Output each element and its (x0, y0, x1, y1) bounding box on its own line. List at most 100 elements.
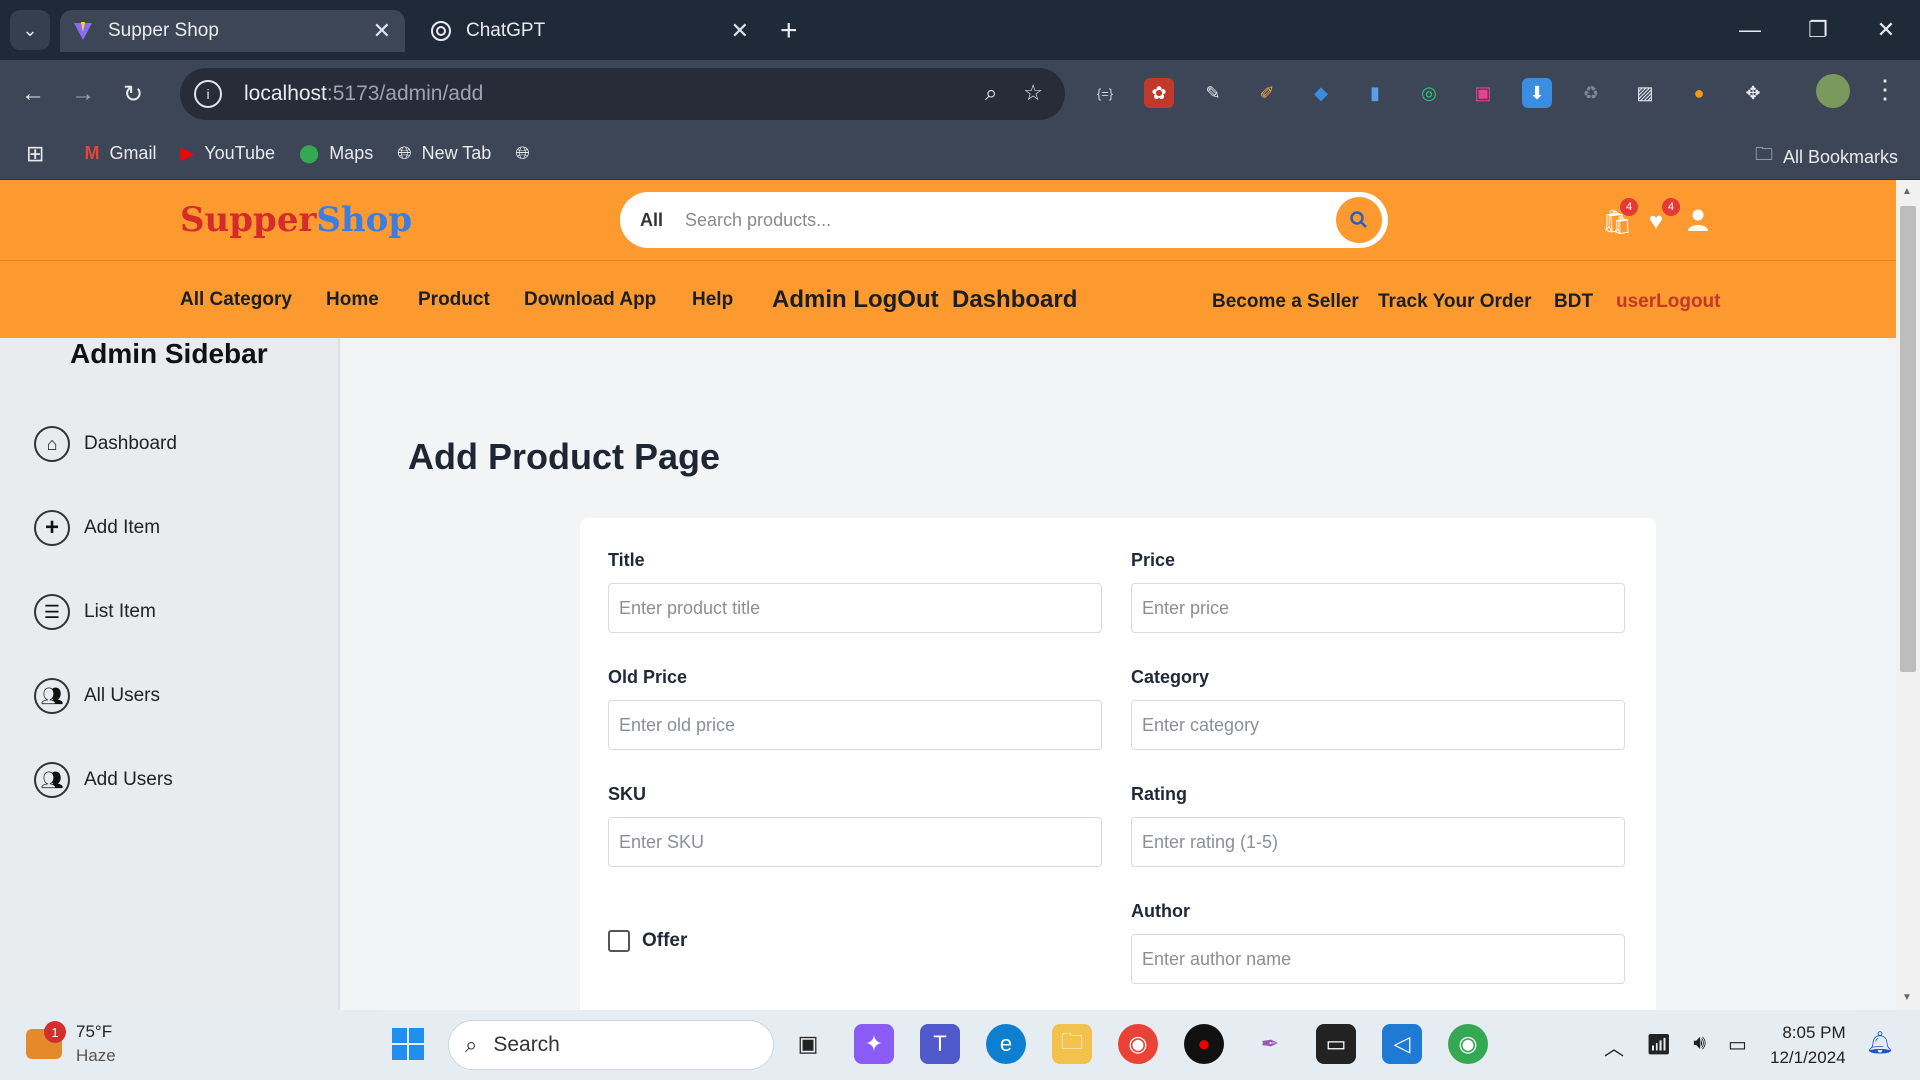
restore-icon[interactable]: ❐ (1784, 0, 1852, 60)
price-input[interactable] (1131, 583, 1625, 633)
author-input[interactable] (1131, 934, 1625, 984)
task-view-icon[interactable]: ▣ (788, 1024, 828, 1064)
ring-extension-icon[interactable]: ◎ (1414, 78, 1444, 108)
cart-icon[interactable]: 🛍︎ 4 (1602, 198, 1638, 239)
windows-start-icon[interactable] (388, 1024, 428, 1064)
clock[interactable]: 8:05 PM 12/1/2024 (1770, 1020, 1846, 1070)
edge-icon[interactable]: e (986, 1024, 1026, 1064)
vscode-icon[interactable]: ◁ (1382, 1024, 1422, 1064)
drop-extension-icon[interactable]: ◆ (1306, 78, 1336, 108)
notification-bell-icon[interactable]: 🔔︎ (1866, 1030, 1894, 1056)
profile-avatar[interactable] (1816, 74, 1850, 108)
reload-icon[interactable]: ↻ (108, 80, 158, 109)
bookmark-globe[interactable]: 🌐︎ (515, 143, 539, 164)
battery-icon[interactable]: ▭ (1728, 1032, 1747, 1061)
taskbar-search[interactable]: ⌕ Search (448, 1020, 774, 1070)
checkbox-icon[interactable] (608, 930, 630, 952)
home-icon: ⌂ (34, 426, 70, 462)
sku-input[interactable] (608, 817, 1102, 867)
weather-widget[interactable]: 1 75°F Haze (26, 1020, 116, 1068)
all-bookmarks-button[interactable]: 🗀 All Bookmarks (1755, 142, 1898, 172)
site-logo[interactable]: SupperShop (180, 200, 412, 240)
menu-currency[interactable]: BDT (1554, 291, 1593, 313)
screen-extension-icon[interactable]: ▣ (1468, 78, 1498, 108)
windows-taskbar: 1 75°F Haze ⌕ Search ▣ ✦ T e 🗀 ◉ ● ✒ ▭ ◁ … (0, 1010, 1920, 1080)
rating-field: Rating (1131, 784, 1625, 867)
sidebar-item-add-users[interactable]: 👥︎ Add Users (34, 762, 173, 798)
site-info-icon[interactable]: i (194, 80, 222, 108)
rating-input[interactable] (1131, 817, 1625, 867)
tab-chatgpt[interactable]: ChatGPT ✕ (418, 10, 763, 52)
category-input[interactable] (1131, 700, 1625, 750)
search-scope-select[interactable]: All (640, 210, 663, 231)
close-window-icon[interactable]: ✕ (1852, 0, 1920, 60)
show-hidden-icons-icon[interactable]: ︿ (1604, 1032, 1624, 1061)
minimize-icon[interactable]: — (1716, 0, 1784, 60)
recorder-icon[interactable]: ● (1184, 1024, 1224, 1064)
main-content: Add Product Page Title Price Old Price C… (380, 366, 1856, 1010)
scroll-down-icon[interactable]: ▼ (1902, 992, 1912, 1003)
wifi-icon[interactable]: 📶︎ (1646, 1032, 1671, 1061)
page-scrollbar[interactable]: ▲ ▼ (1896, 180, 1920, 1010)
teams-icon[interactable]: T (920, 1024, 960, 1064)
eyedropper-extension-icon[interactable]: ✎ (1198, 78, 1228, 108)
feather-app-icon[interactable]: ✒ (1250, 1024, 1290, 1064)
menu-track-order[interactable]: Track Your Order (1378, 291, 1531, 313)
json-extension-icon[interactable]: {=} (1090, 78, 1120, 108)
old-price-input[interactable] (608, 700, 1102, 750)
menu-all-category[interactable]: All Category (180, 289, 292, 311)
file-explorer-icon[interactable]: 🗀 (1052, 1024, 1092, 1064)
more-menu-icon[interactable]: ⋮ (1872, 74, 1898, 105)
scrollbar-thumb[interactable] (1900, 206, 1916, 672)
copilot-icon[interactable]: ✦ (854, 1024, 894, 1064)
chrome-icon[interactable]: ◉ (1118, 1024, 1158, 1064)
address-bar[interactable]: i localhost:5173/admin/add ⌕ ☆ (180, 68, 1065, 120)
volume-icon[interactable]: 🔊︎ (1693, 1032, 1706, 1061)
bookmark-new-tab[interactable]: 🌐︎ New Tab (397, 143, 491, 164)
sidebar-item-all-users[interactable]: 👥︎ All Users (34, 678, 160, 714)
tab-supper-shop[interactable]: Supper Shop ✕ (60, 10, 405, 52)
zoom-icon[interactable]: ⌕ (985, 80, 997, 106)
image-extension-icon[interactable]: ▨ (1630, 78, 1660, 108)
menu-become-seller[interactable]: Become a Seller (1212, 291, 1359, 313)
menu-download-app[interactable]: Download App (524, 289, 656, 311)
close-tab-icon[interactable]: ✕ (373, 18, 391, 44)
menu-admin-logout[interactable]: Admin LogOut (772, 286, 939, 314)
menu-user-logout[interactable]: userLogout (1616, 291, 1721, 313)
forward-icon[interactable]: → (58, 80, 108, 108)
extensions-puzzle-icon[interactable]: ✥ (1738, 78, 1768, 108)
back-icon[interactable]: ← (8, 80, 58, 108)
menu-home[interactable]: Home (326, 289, 379, 311)
new-tab-button[interactable]: + (780, 14, 798, 48)
terminal-icon[interactable]: ▭ (1316, 1024, 1356, 1064)
apps-grid-icon[interactable]: ⊞ (26, 141, 44, 167)
title-input[interactable] (608, 583, 1102, 633)
menu-dashboard[interactable]: Dashboard (952, 286, 1077, 314)
chrome-active-icon[interactable]: ◉ (1448, 1024, 1488, 1064)
wishlist-heart-icon[interactable]: ♥ 4 (1644, 198, 1680, 239)
paw-extension-icon[interactable]: ✿ (1144, 78, 1174, 108)
search-input[interactable] (685, 209, 1286, 231)
bookmark-maps[interactable]: ⬤ Maps (299, 143, 373, 164)
bookmark-gmail[interactable]: M Gmail (84, 143, 156, 164)
bookmark-youtube[interactable]: ▶ YouTube (180, 143, 275, 164)
offer-checkbox[interactable]: Offer (608, 930, 687, 952)
download-extension-icon[interactable]: ⬇ (1522, 78, 1552, 108)
scroll-up-icon[interactable]: ▲ (1902, 186, 1912, 197)
sidebar-item-add-item[interactable]: + Add Item (34, 510, 160, 546)
sidebar-item-dashboard[interactable]: ⌂ Dashboard (34, 426, 177, 462)
sidebar-item-list-item[interactable]: ☰ List Item (34, 594, 156, 630)
url-text[interactable]: localhost:5173/admin/add (244, 82, 483, 106)
menu-help[interactable]: Help (692, 289, 733, 311)
search-button[interactable] (1336, 197, 1382, 243)
bookmark-star-icon[interactable]: ☆ (1023, 80, 1043, 106)
close-tab-icon[interactable]: ✕ (731, 18, 749, 44)
recycle-extension-icon[interactable]: ♻ (1576, 78, 1606, 108)
user-icon[interactable] (1686, 208, 1710, 239)
menu-product[interactable]: Product (418, 289, 490, 311)
pen-extension-icon[interactable]: ✐ (1252, 78, 1282, 108)
main-menu: All Category Home Product Download App H… (0, 260, 1896, 338)
doc-extension-icon[interactable]: ▮ (1360, 78, 1390, 108)
tab-search-button[interactable]: ⌄ (10, 10, 50, 50)
bottle-extension-icon[interactable]: ● (1684, 78, 1714, 108)
